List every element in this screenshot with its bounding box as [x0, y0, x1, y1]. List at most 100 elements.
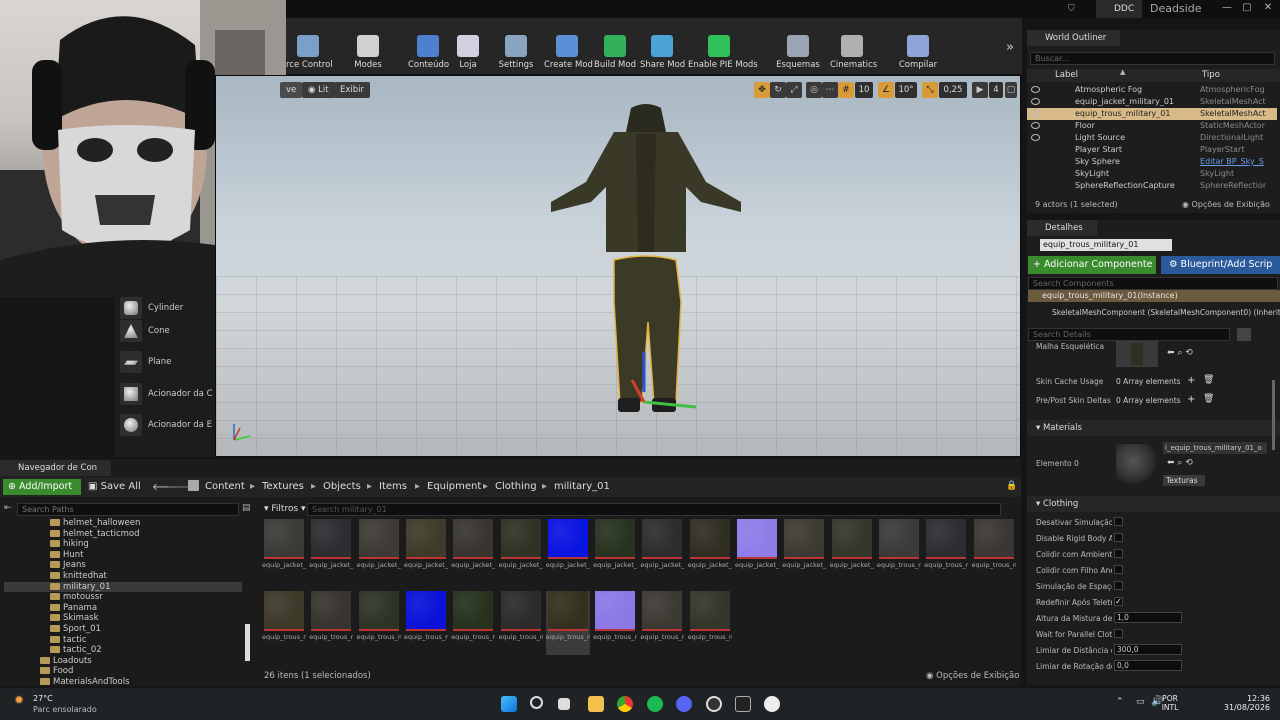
- clothing-prop-number-field[interactable]: 1,0: [1114, 612, 1182, 623]
- folder-item[interactable]: tactic: [50, 635, 87, 645]
- clothing-prop-checkbox[interactable]: [1114, 517, 1123, 526]
- search-components-input[interactable]: Search Components: [1028, 277, 1278, 290]
- add-import-button[interactable]: ⊕ Add/Import: [3, 479, 81, 495]
- outliner-row[interactable]: equip_trous_military_01 SkeletalMeshActo: [1027, 108, 1277, 120]
- asset-tile[interactable]: equip_trous_military_01_sandstorm: [640, 591, 684, 655]
- asset-tile[interactable]: equip_trous_military_01_camofrog: [262, 591, 306, 655]
- world-local-icon[interactable]: ◎: [806, 82, 822, 98]
- cinematics-button[interactable]: Cinematics: [830, 18, 877, 74]
- camera-speed-value[interactable]: 4: [989, 82, 1003, 98]
- lock-icon[interactable]: 🔒: [1006, 481, 1017, 491]
- breadcrumb-separator-icon[interactable]: ▸: [250, 481, 255, 492]
- minimize-button[interactable]: —: [1218, 0, 1236, 18]
- discord-icon[interactable]: [676, 696, 692, 712]
- label-column-header[interactable]: Label: [1055, 70, 1078, 80]
- asset-tile[interactable]: equip_trous_military_01_camodark: [924, 519, 968, 583]
- actor-name-field[interactable]: equip_trous_military_01: [1040, 239, 1172, 251]
- network-icon[interactable]: ▭: [1136, 697, 1145, 707]
- terminal-icon[interactable]: [735, 696, 751, 712]
- content-button[interactable]: Conteúdo: [408, 18, 449, 74]
- asset-tile[interactable]: equip_trous_military_01_hooligan: [499, 591, 543, 655]
- place-item-trigger-sphere[interactable]: Acionador da E: [118, 414, 213, 440]
- asset-tile[interactable]: equip_jacket_military_01_oliva: [688, 519, 732, 583]
- unreal-engine-icon[interactable]: [764, 696, 780, 712]
- breadcrumb-item[interactable]: Items: [379, 481, 407, 492]
- scale-snap-icon[interactable]: ⤡: [922, 82, 938, 98]
- clothing-prop-checkbox[interactable]: [1114, 533, 1123, 542]
- asset-tile[interactable]: equip_jacket_military_01_green_msr: [546, 519, 590, 583]
- content-browser-tab[interactable]: Navegador de Con: [0, 460, 112, 476]
- blueprint-add-script-button[interactable]: ⚙ Blueprint/Add Scrip: [1161, 256, 1280, 274]
- outliner-row[interactable]: Player Start PlayerStart: [1027, 144, 1277, 156]
- breadcrumb-separator-icon[interactable]: ▸: [415, 481, 420, 492]
- view-mode-button[interactable]: ve: [280, 82, 303, 98]
- enable-pie-mods-button[interactable]: Enable PIE Mods: [688, 18, 758, 74]
- asset-search-input[interactable]: Search military_01: [307, 503, 1001, 516]
- asset-tile[interactable]: equip_trous_military_01_camodigit: [972, 519, 1016, 583]
- folder-item[interactable]: Loadouts: [40, 656, 92, 666]
- rotation-snap-value[interactable]: 10°: [895, 82, 917, 98]
- grid-snap-value[interactable]: 10: [855, 82, 873, 98]
- outliner-row[interactable]: Floor StaticMeshActor: [1027, 120, 1277, 132]
- asset-tile[interactable]: equip_jacket_military_01_guerilla: [593, 519, 637, 583]
- asset-tile[interactable]: equip_jacket_military_01_camofrog: [404, 519, 448, 583]
- folder-item[interactable]: Sport_01: [50, 624, 101, 634]
- outliner-row[interactable]: SphereReflectionCapture SphereReflection: [1027, 180, 1277, 192]
- source-control-status-icon[interactable]: ⛉: [1068, 4, 1078, 14]
- visibility-eye-icon[interactable]: [1031, 98, 1040, 105]
- folder-item[interactable]: Hunt: [50, 550, 84, 560]
- weather-temp[interactable]: 27°C: [33, 694, 53, 703]
- share-mod-button[interactable]: Share Mod: [640, 18, 685, 74]
- asset-tile[interactable]: equip_jacket_military_01_hooligan: [640, 519, 684, 583]
- type-column-header[interactable]: Tipo: [1202, 70, 1220, 80]
- breadcrumb-separator-icon[interactable]: ▸: [311, 481, 316, 492]
- search-icon[interactable]: [530, 696, 543, 709]
- clothing-prop-checkbox[interactable]: [1114, 549, 1123, 558]
- filters-button[interactable]: ▾ Filtros ▾: [264, 504, 306, 514]
- compile-button[interactable]: Compilar: [896, 18, 940, 74]
- outliner-search-input[interactable]: Buscar...: [1030, 52, 1275, 65]
- folder-item[interactable]: motoussr: [50, 592, 103, 602]
- language-indicator[interactable]: POR INTL: [1160, 694, 1180, 712]
- spotify-icon[interactable]: [647, 696, 663, 712]
- asset-tile[interactable]: equip_trous_military_01_green: [357, 591, 401, 655]
- camera-speed-icon[interactable]: ▶: [972, 82, 988, 98]
- visibility-eye-icon[interactable]: [1031, 122, 1040, 129]
- folder-item[interactable]: Jeans: [50, 560, 86, 570]
- asset-tile[interactable]: equip_trous_military_01_green_msr: [404, 591, 448, 655]
- maximize-button[interactable]: ▢: [1238, 0, 1256, 18]
- outliner-row[interactable]: equip_jacket_military_01 SkeletalMeshActo: [1027, 96, 1277, 108]
- source-control-button[interactable]: rce Control: [286, 18, 333, 74]
- asset-tile[interactable]: equip_jacket_military_01_sandstorm: [782, 519, 826, 583]
- breadcrumb-item[interactable]: military_01: [554, 481, 610, 492]
- prepost-trash-icon[interactable]: 🗑: [1203, 394, 1214, 404]
- folder-item[interactable]: knittedhat: [50, 571, 107, 581]
- clothing-prop-checkbox[interactable]: ✓: [1114, 597, 1123, 606]
- task-view-icon[interactable]: [558, 698, 570, 710]
- asset-tile[interactable]: equip_trous_military_01_oliva: [545, 591, 590, 655]
- place-item-plane[interactable]: Plane: [118, 351, 213, 377]
- asset-tile[interactable]: equip_jacket_military_01_camodigit: [357, 519, 401, 583]
- surface-snap-icon[interactable]: ⋯: [822, 82, 838, 98]
- grid-snap-icon[interactable]: #: [838, 82, 854, 98]
- outliner-row-type[interactable]: Editar BP_Sky_S: [1200, 156, 1266, 168]
- asset-tile[interactable]: equip_trous_military_01_oliva_nm: [593, 591, 637, 655]
- folder-item[interactable]: tactic_02: [50, 645, 102, 655]
- maximize-viewport-icon[interactable]: ▢: [1005, 82, 1017, 98]
- folder-item[interactable]: hiking: [50, 539, 89, 549]
- select-mode-icon[interactable]: ✥: [754, 82, 770, 98]
- skeletal-mesh-component-row[interactable]: SkeletalMeshComponent (SkeletalMeshCompo…: [1052, 308, 1280, 317]
- clothing-section-header[interactable]: ▾ Clothing: [1027, 496, 1280, 512]
- blueprints-button[interactable]: Esquemas: [776, 18, 820, 74]
- materials-section-header[interactable]: ▾ Materials: [1027, 420, 1280, 436]
- visibility-eye-icon[interactable]: [1031, 86, 1040, 93]
- obs-icon[interactable]: [706, 696, 722, 712]
- rotate-mode-icon[interactable]: ↻: [770, 82, 786, 98]
- folder-tree-scrollbar[interactable]: [245, 624, 250, 661]
- folder-item[interactable]: MaterialsAndTools: [40, 677, 130, 687]
- character-mesh[interactable]: [536, 102, 756, 452]
- asset-tile[interactable]: equip_trous_military_01_guerilla: [451, 591, 495, 655]
- breadcrumb-item[interactable]: Clothing: [495, 481, 537, 492]
- material-use-icon[interactable]: ⬅ ⌕ ⟲: [1167, 458, 1193, 468]
- add-component-button[interactable]: + Adicionar Componente: [1028, 256, 1156, 274]
